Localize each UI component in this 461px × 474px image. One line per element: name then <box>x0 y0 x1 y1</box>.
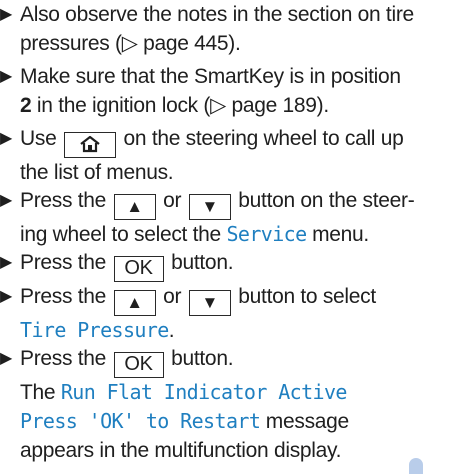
home-icon <box>80 135 100 153</box>
step-arrow-icon: ▶ <box>0 68 13 85</box>
step-text-fragment: The <box>20 381 61 404</box>
step-arrow-icon: ▶ <box>0 192 13 209</box>
step-confirm-restart: ▶ Press the OK button. The Run Flat Indi… <box>0 344 455 465</box>
step-arrow-icon: ▶ <box>0 6 13 23</box>
down-arrow-key: ▼ <box>188 194 231 220</box>
step-text-line: Make sure that the SmartKey is in positi… <box>20 65 401 88</box>
step-open-menu-list: ▶ Use on the steering wheel to call up t… <box>0 124 455 187</box>
step-text-line: the list of menus. <box>20 161 174 184</box>
step-arrow-icon: ▶ <box>0 130 13 147</box>
step-text-fragment: Use <box>20 127 57 150</box>
key-position-number: 2 <box>20 94 32 117</box>
step-text-line: 2 in the ignition lock (▷ page 189). <box>20 91 455 120</box>
step-text-fragment: ing wheel to select the <box>20 223 227 246</box>
step-text-fragment: in the ignition lock (▷ page 189). <box>31 94 329 117</box>
step-text-fragment: Press the <box>20 189 107 212</box>
step-press-ok: ▶ Press the OK button. <box>0 248 455 282</box>
step-text-fragment: button. <box>171 347 234 370</box>
step-text-line: appears in the multifunction display. <box>20 439 342 462</box>
step-tire-pressure-notes: ▶ Also observe the notes in the section … <box>0 0 455 58</box>
display-message-line-1: Run Flat Indicator Active <box>60 380 348 404</box>
ok-key: OK <box>113 256 164 282</box>
step-text-line: Tire Pressure. <box>20 316 455 345</box>
step-text-line: ing wheel to select the Service menu. <box>20 220 455 249</box>
step-text-line: pressures (▷ page 445). <box>20 32 241 55</box>
service-menu-name: Service <box>226 222 307 246</box>
step-text-line: Use on the steering wheel to call up <box>20 124 455 158</box>
step-text-line: The Run Flat Indicator Active <box>20 378 455 407</box>
step-select-service-menu: ▶ Press the ▲ or ▼ button on the steer- … <box>0 186 455 249</box>
home-key <box>64 132 116 158</box>
step-text-line: Press 'OK' to Restart message <box>20 407 455 436</box>
down-arrow-key: ▼ <box>188 290 231 316</box>
step-text-fragment: . <box>168 319 175 342</box>
step-arrow-icon: ▶ <box>0 350 13 367</box>
tire-pressure-menu-item: Tire Pressure <box>20 318 169 342</box>
step-text-fragment: or <box>163 189 182 212</box>
step-text-line: Press the OK button. <box>20 248 455 282</box>
page-marker <box>409 458 423 474</box>
step-text-fragment: button on the steer- <box>238 189 415 212</box>
display-message-line-2: Press 'OK' to Restart <box>20 409 261 433</box>
step-arrow-icon: ▶ <box>0 254 13 271</box>
manual-page: ▶ Also observe the notes in the section … <box>0 0 461 474</box>
step-text-line: Press the ▲ or ▼ button on the steer- <box>20 186 455 220</box>
step-select-tire-pressure: ▶ Press the ▲ or ▼ button to select Tire… <box>0 282 455 345</box>
step-text-fragment: button to select <box>238 285 376 308</box>
step-text-line: Press the ▲ or ▼ button to select <box>20 282 455 316</box>
step-smartkey-position: ▶ Make sure that the SmartKey is in posi… <box>0 62 455 120</box>
step-text-fragment: message <box>260 410 349 433</box>
step-text-fragment: Press the <box>20 347 107 370</box>
step-text-fragment: menu. <box>306 223 369 246</box>
step-text-fragment: Press the <box>20 285 107 308</box>
up-arrow-key: ▲ <box>113 194 156 220</box>
step-text-fragment: on the steering wheel to call up <box>123 127 404 150</box>
step-text-fragment: Press the <box>20 251 107 274</box>
step-text-line: Press the OK button. <box>20 344 455 378</box>
up-arrow-key: ▲ <box>113 290 156 316</box>
step-text-line: Also observe the notes in the section on… <box>20 3 414 26</box>
step-arrow-icon: ▶ <box>0 288 13 305</box>
step-text-fragment: button. <box>171 251 234 274</box>
step-text-fragment: or <box>163 285 182 308</box>
ok-key: OK <box>113 352 164 378</box>
